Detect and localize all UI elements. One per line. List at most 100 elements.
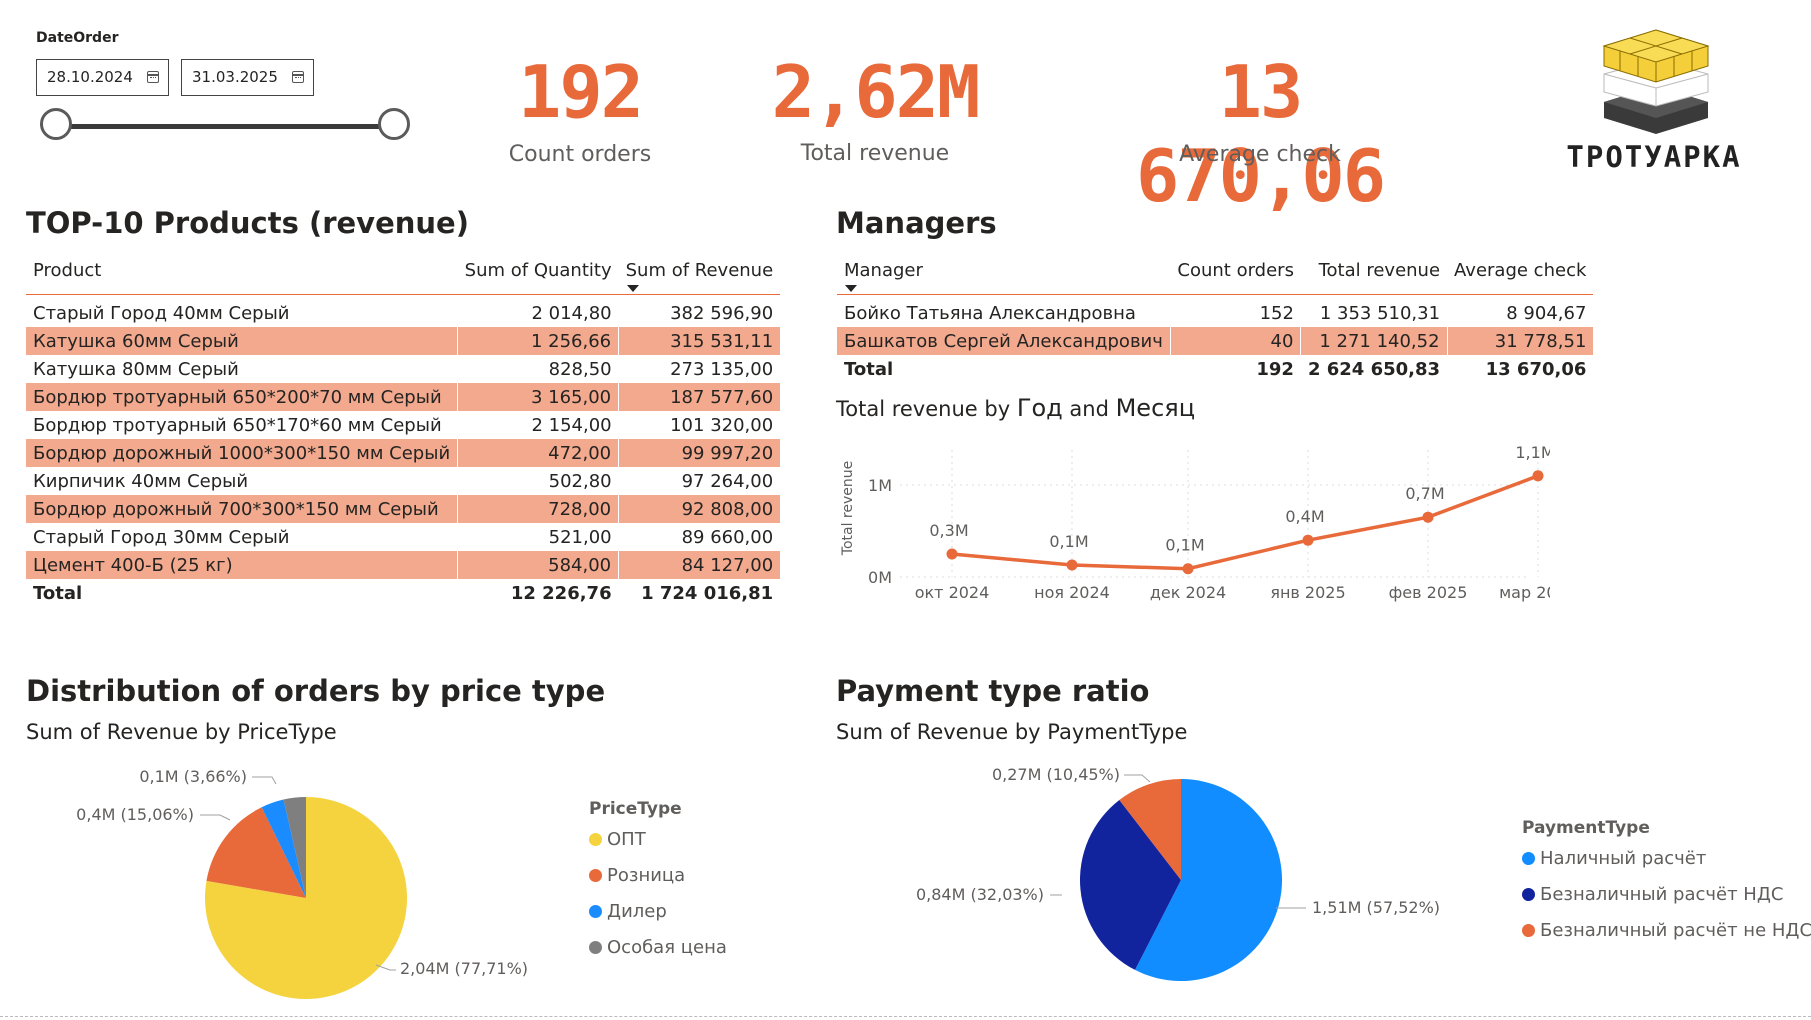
legend-item[interactable]: Особая цена [589,937,727,958]
line-chart-title-and: and [1062,397,1116,421]
table-total-row: Total 12 226,76 1 724 016,81 [26,579,780,607]
manager-cell: 40 [1169,327,1301,355]
product-cell: 97 264,00 [681,470,774,492]
table-row[interactable]: Бордюр дорожный 700*300*150 мм Серый 728,… [26,495,781,523]
calendar-icon[interactable] [147,71,159,83]
manager-total-cell: 192 [1256,358,1294,380]
x-tick-label: мар 2025 [1499,583,1550,602]
manager-cell: 1 353 510,31 [1319,302,1441,324]
product-cell: Катушка 60мм Серый [26,327,458,355]
legend-label: Наличный расчёт [1540,848,1707,869]
end-date-input[interactable]: 31.03.2025 [181,59,314,96]
table-row[interactable]: Старый Город 40мм Серый 2 014,80 382 596,9… [26,295,780,328]
date-range-slider[interactable] [58,124,394,129]
date-slicer-title: DateOrder [36,30,119,46]
table-row[interactable]: Башкатов Сергей Александрович 40 1 271 140… [837,327,1594,355]
payment-chart-subtitle: Sum of Revenue by PaymentType [836,720,1188,744]
column-header-sum-revenue[interactable]: Sum of Revenue [619,254,781,295]
line-chart-title-field-month: Месяц [1115,394,1196,422]
product-cell: 828,50 [548,358,612,380]
table-row[interactable]: Бордюр тротуарный 650*200*70 мм Серый 3 1… [26,383,781,411]
table-row[interactable]: Старый Город 30мм Серый 521,00 89 660,00 [26,523,780,551]
x-tick-label: дек 2024 [1150,583,1226,602]
logo-text: ТРОТУАРКА [1566,140,1742,174]
paving-stones-logo-icon [1602,29,1710,134]
managers-header-row: Manager Count orders Total revenue Avera… [837,254,1594,295]
data-point[interactable] [1532,470,1544,482]
column-header-product[interactable]: Product [26,254,458,295]
table-row[interactable]: Кирпичик 40мм Серый 502,80 97 264,00 [26,467,780,495]
data-label: 0,1M [1165,536,1204,555]
product-cell: 101 320,00 [670,414,774,436]
data-label: 0,27M (10,45%) [992,765,1120,784]
table-row[interactable]: Катушка 60мм Серый 1 256,66 315 531,11 [26,327,781,355]
kpi-count-orders-label: Count orders [508,142,652,167]
table-total-row: Total 192 2 624 650,83 13 670,06 [837,355,1593,383]
kpi-average-check-value: 13 670,06 [1135,50,1386,218]
y-axis-label: Total revenue [840,461,856,556]
line-chart-title-field-year: Год [1016,394,1063,422]
manager-cell: 8 904,67 [1506,302,1587,324]
column-header-manager[interactable]: Manager [837,254,1170,295]
legend-item[interactable]: Безналичный расчёт не НДС [1522,920,1811,941]
column-header-sum-revenue-label: Sum of Revenue [625,260,774,281]
kpi-total-revenue-value: 2,62M [771,50,981,134]
legend-label: Дилер [607,901,667,922]
end-date-value: 31.03.2025 [192,68,278,86]
product-cell: 92 808,00 [618,495,781,523]
product-cell: 84 127,00 [618,551,781,579]
slider-end-handle[interactable] [378,108,410,140]
leader-line [1124,774,1151,783]
y-tick-label: 0M [868,568,892,587]
column-header-average-check[interactable]: Average check [1447,254,1593,295]
column-header-count-orders[interactable]: Count orders [1170,254,1301,295]
y-tick-label: 1M [868,476,892,495]
legend-item[interactable]: Безналичный расчёт НДС [1522,884,1783,905]
product-cell: 273 135,00 [670,358,774,380]
data-label: 0,84M (32,03%) [916,885,1044,904]
data-point[interactable] [1422,511,1434,523]
legend-item[interactable]: Розница [589,865,685,886]
product-cell: 187 577,60 [618,383,781,411]
product-cell: 584,00 [457,551,619,579]
data-label: 0,1M [1049,532,1088,551]
sort-desc-icon [626,285,639,292]
start-date-value: 28.10.2024 [47,68,133,86]
revenue-series-line [951,474,1539,571]
product-cell: 1 256,66 [457,327,619,355]
legend-marker-icon [589,941,602,954]
x-tick-label: ноя 2024 [1034,583,1110,602]
column-header-manager-label: Manager [844,260,923,281]
data-point[interactable] [1066,559,1078,571]
line-chart-title: Total revenue by Год and Месяц [836,394,1195,422]
table-row[interactable]: Бордюр тротуарный 650*170*60 мм Серый 2 1… [26,411,780,439]
legend-marker-icon [589,905,602,918]
column-header-sum-quantity[interactable]: Sum of Quantity [458,254,619,295]
legend-item[interactable]: Наличный расчёт [1522,848,1706,869]
legend-marker-icon [589,869,602,882]
legend-item[interactable]: ОПТ [589,829,646,850]
product-cell: 99 997,20 [618,439,781,467]
manager-total-cell: 2 624 650,83 [1307,358,1441,380]
calendar-icon[interactable] [292,71,304,83]
table-row[interactable]: Бойко Татьяна Александровна 152 1 353 510,… [837,295,1593,328]
data-label: 2,04M (77,71%) [400,959,528,978]
column-header-total-revenue[interactable]: Total revenue [1301,254,1447,295]
product-cell: 3 165,00 [457,383,619,411]
data-point[interactable] [1302,534,1314,546]
data-point[interactable] [946,548,958,560]
data-point[interactable] [1182,563,1194,575]
start-date-input[interactable]: 28.10.2024 [36,59,169,96]
table-row[interactable]: Катушка 80мм Серый 828,50 273 135,00 [26,355,780,383]
product-cell: 472,00 [457,439,619,467]
legend-label: ОПТ [607,829,646,850]
x-tick-label: окт 2024 [915,583,990,602]
table-row[interactable]: Цемент 400-Б (25 кг) 584,00 84 127,00 [26,551,781,579]
legend-item[interactable]: Дилер [589,901,667,922]
products-table: Product Sum of Quantity Sum of Revenue С… [26,254,781,607]
table-row[interactable]: Бордюр дорожный 1000*300*150 мм Серый 472… [26,439,781,467]
slider-start-handle[interactable] [40,108,72,140]
data-label: 0,7M [1405,484,1444,503]
sort-desc-icon [845,285,857,292]
payment-legend-title: PaymentType [1522,818,1650,838]
